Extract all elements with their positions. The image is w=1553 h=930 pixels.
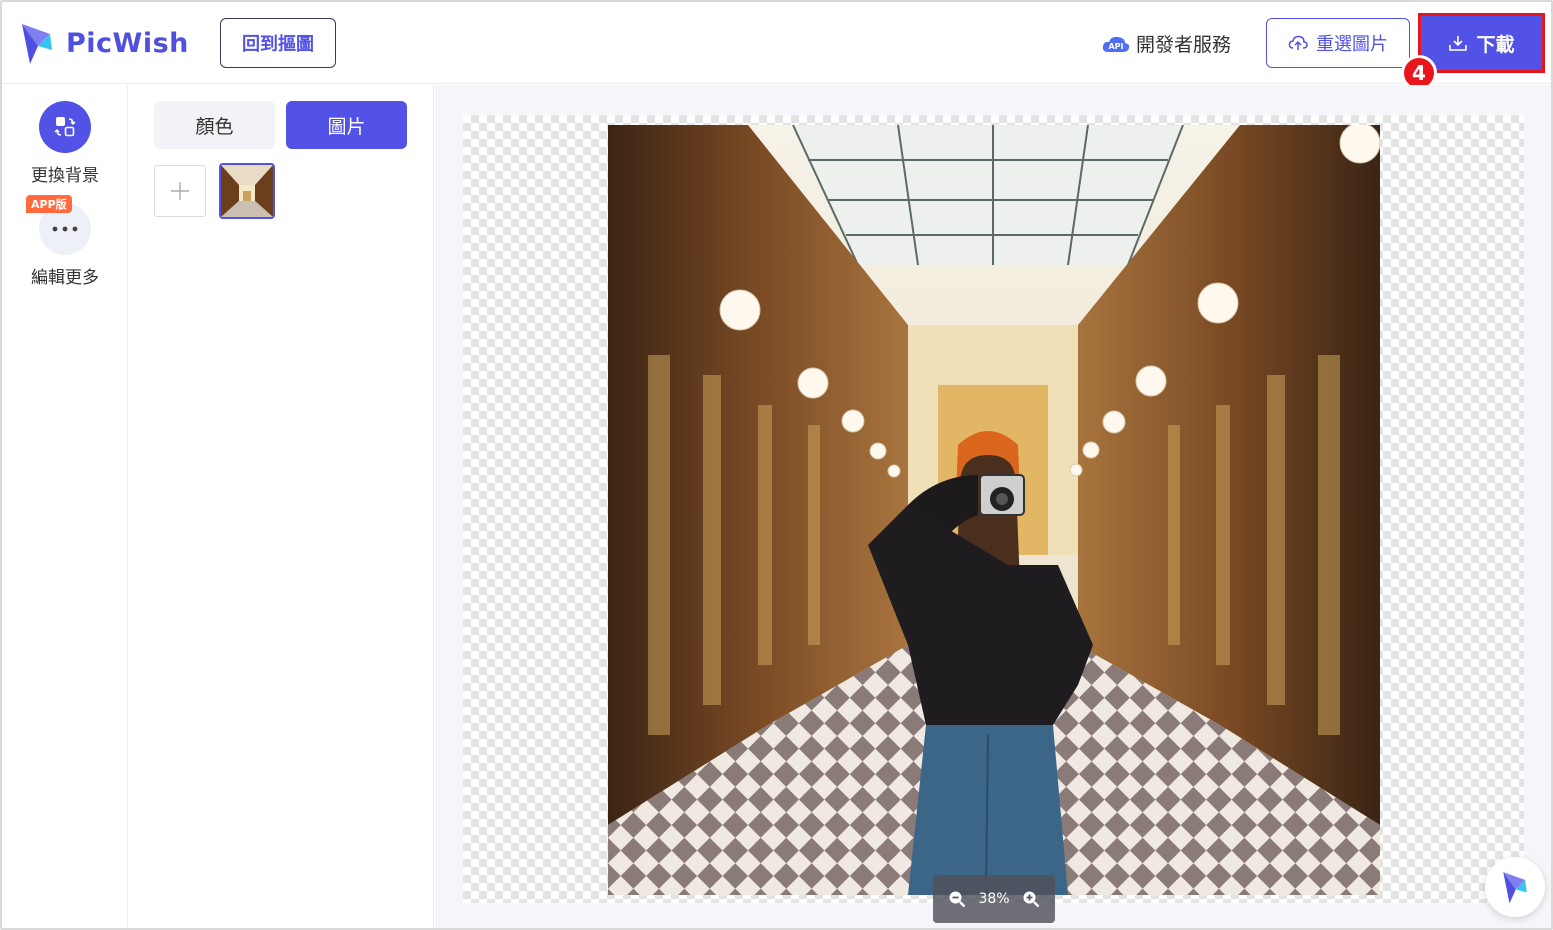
arcade-photo-illustration bbox=[608, 125, 1380, 895]
plus-icon bbox=[171, 182, 189, 200]
zoom-control: 38% bbox=[933, 875, 1055, 923]
zoom-level: 38% bbox=[978, 891, 1010, 907]
background-panel: 顏色 圖片 bbox=[129, 85, 434, 928]
tab-color[interactable]: 顏色 bbox=[154, 101, 275, 149]
zoom-out-icon[interactable] bbox=[946, 888, 968, 910]
app-window: PicWish 回到摳圖 API 開發者服務 重選圖片 下載 4 更換背景 AP… bbox=[0, 0, 1553, 930]
rail-item-label: 編輯更多 bbox=[31, 268, 99, 288]
api-badge-text: API bbox=[1108, 42, 1123, 51]
rail-item-label: 更換背景 bbox=[31, 166, 99, 186]
edited-photo[interactable] bbox=[608, 125, 1380, 895]
download-label: 下載 bbox=[1476, 33, 1515, 56]
developer-services-link[interactable]: API 開發者服務 bbox=[1102, 30, 1231, 57]
reselect-image-label: 重選圖片 bbox=[1316, 34, 1388, 55]
download-button[interactable]: 下載 bbox=[1418, 13, 1545, 73]
download-icon bbox=[1449, 36, 1468, 51]
brand-name: PicWish bbox=[66, 27, 189, 59]
tool-rail: 更換背景 APP版 編輯更多 bbox=[2, 85, 128, 928]
rail-item-edit-more[interactable]: APP版 編輯更多 bbox=[2, 195, 128, 288]
zoom-in-icon[interactable] bbox=[1020, 888, 1042, 910]
reselect-image-button[interactable]: 重選圖片 bbox=[1266, 18, 1410, 68]
background-thumbnail[interactable] bbox=[219, 163, 275, 219]
app-version-tag: APP版 bbox=[26, 195, 72, 213]
arcade-thumbnail-image bbox=[221, 165, 273, 217]
editor-canvas[interactable]: 38% bbox=[435, 85, 1551, 928]
add-background-button[interactable] bbox=[154, 165, 206, 217]
back-to-cutout-button[interactable]: 回到摳圖 bbox=[220, 18, 336, 68]
help-assistant-button[interactable] bbox=[1485, 857, 1545, 917]
picwish-logo-icon bbox=[1503, 872, 1527, 904]
developer-services-label: 開發者服務 bbox=[1136, 34, 1232, 56]
upload-cloud-icon bbox=[1288, 35, 1308, 50]
brand-logo[interactable]: PicWish bbox=[20, 20, 189, 66]
api-cloud-icon: API bbox=[1102, 36, 1130, 52]
rail-item-change-background[interactable]: 更換背景 bbox=[2, 101, 128, 186]
picwish-logo-icon bbox=[22, 24, 52, 64]
top-header: PicWish 回到摳圖 API 開發者服務 重選圖片 下載 4 bbox=[2, 2, 1551, 91]
swap-background-icon bbox=[39, 101, 91, 153]
tab-image[interactable]: 圖片 bbox=[286, 101, 407, 149]
